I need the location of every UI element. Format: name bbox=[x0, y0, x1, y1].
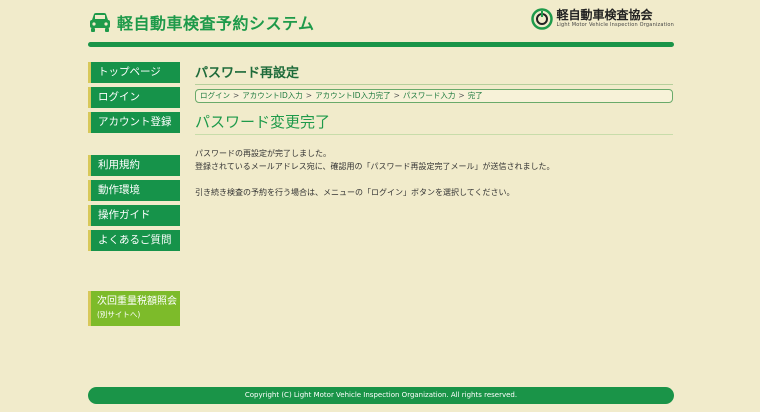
page-title: パスワード再設定 bbox=[195, 62, 673, 85]
org-logo: 軽自動車検査協会 Light Motor Vehicle Inspection … bbox=[531, 8, 674, 30]
footer: Copyright (C) Light Motor Vehicle Inspec… bbox=[88, 387, 674, 404]
car-icon bbox=[90, 13, 110, 32]
weight-tax-label: 次回重量税額照会 bbox=[97, 296, 177, 307]
sidebar-item-login[interactable]: ログイン bbox=[88, 87, 180, 108]
message-body: パスワードの再設定が完了しました。 登録されているメールアドレス宛に、確認用の「… bbox=[195, 147, 673, 199]
breadcrumb-item: アカウントID入力完了 bbox=[315, 91, 391, 100]
sidebar-item-guide[interactable]: 操作ガイド bbox=[88, 205, 180, 226]
breadcrumb-sep: > bbox=[393, 91, 400, 100]
org-name: 軽自動車検査協会 bbox=[556, 8, 653, 22]
sidebar-item-terms[interactable]: 利用規約 bbox=[88, 155, 180, 176]
breadcrumb-sep: > bbox=[233, 91, 240, 100]
header-divider bbox=[88, 42, 674, 47]
sidebar: トップページ ログイン アカウント登録 利用規約 動作環境 操作ガイド よくある… bbox=[88, 62, 180, 255]
sidebar-item-weight-tax-lookup[interactable]: 次回重量税額照会 (別サイトへ) bbox=[88, 291, 180, 326]
section-heading: パスワード変更完了 bbox=[195, 111, 673, 135]
breadcrumb-item-current: 完了 bbox=[467, 91, 483, 100]
header: 軽自動車検査予約システム 軽自動車検査協会 Light Motor Vehicl… bbox=[88, 8, 674, 38]
message-line: パスワードの再設定が完了しました。 bbox=[195, 149, 331, 158]
breadcrumb-item: アカウントID入力 bbox=[242, 91, 303, 100]
external-site-note: (別サイトへ) bbox=[97, 310, 141, 319]
breadcrumb-item: パスワード入力 bbox=[402, 91, 456, 100]
app-title: 軽自動車検査予約システム bbox=[117, 14, 315, 33]
brand: 軽自動車検査予約システム bbox=[88, 10, 315, 34]
breadcrumb: ログイン > アカウントID入力 > アカウントID入力完了 > パスワード入力 > 完了 bbox=[195, 89, 673, 103]
breadcrumb-item: ログイン bbox=[200, 91, 230, 100]
sidebar-item-environment[interactable]: 動作環境 bbox=[88, 180, 180, 201]
sidebar-item-top[interactable]: トップページ bbox=[88, 62, 180, 83]
org-logo-icon bbox=[531, 8, 554, 30]
sidebar-item-faq[interactable]: よくあるご質問 bbox=[88, 230, 180, 251]
breadcrumb-sep: > bbox=[458, 91, 465, 100]
message-line: 登録されているメールアドレス宛に、確認用の「パスワード再設定完了メール」が送信さ… bbox=[195, 162, 555, 171]
main-content: パスワード再設定 ログイン > アカウントID入力 > アカウントID入力完了 > パスワー… bbox=[195, 62, 673, 199]
org-name-en: Light Motor Vehicle Inspection Organizat… bbox=[556, 22, 674, 28]
message-line: 引き続き検査の予約を行う場合は、メニューの「ログイン」ボタンを選択してください。 bbox=[195, 188, 515, 197]
sidebar-item-account-register[interactable]: アカウント登録 bbox=[88, 112, 180, 133]
breadcrumb-sep: > bbox=[305, 91, 313, 100]
